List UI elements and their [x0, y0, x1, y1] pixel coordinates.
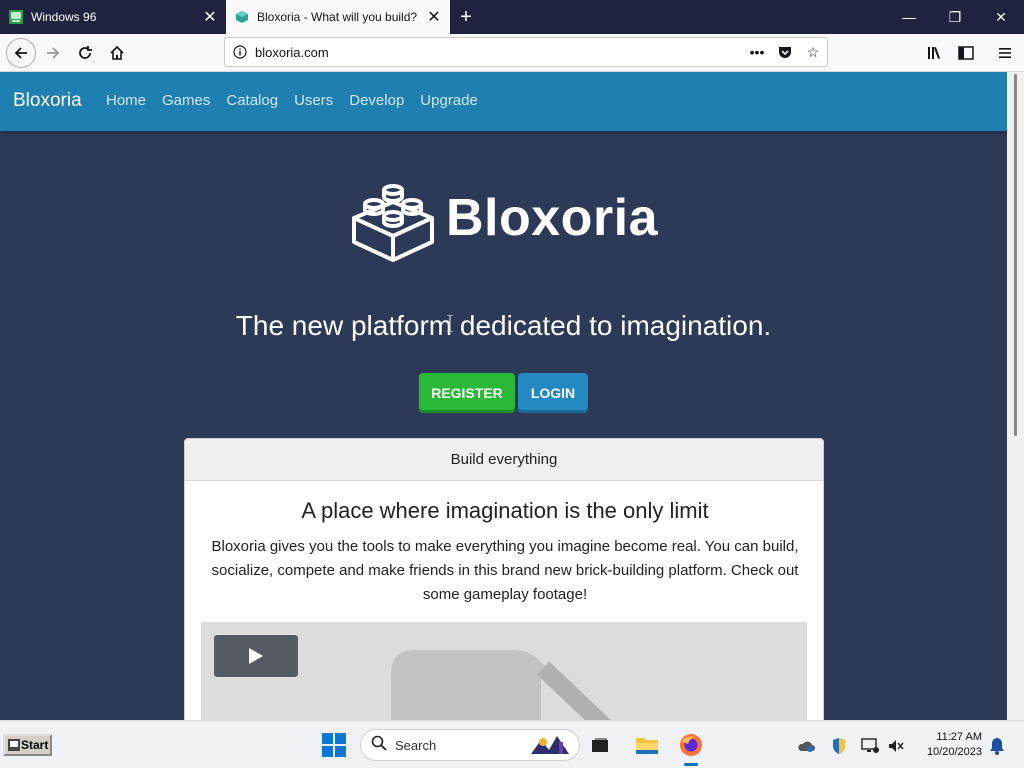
logo-text: Bloxoria: [446, 189, 659, 247]
search-placeholder: Search: [395, 737, 437, 753]
nav-develop[interactable]: Develop: [349, 92, 404, 109]
play-icon: [249, 648, 263, 664]
firefox-icon[interactable]: [679, 733, 703, 757]
start-logo-icon: [8, 739, 20, 751]
restore-icon[interactable]: ❐: [932, 0, 978, 34]
tagline: The new platform dedicated to imaginatio…: [235, 310, 772, 341]
close-tab-icon[interactable]: ✕: [422, 7, 446, 27]
tab-strip: Windows 96 ✕ Bloxoria - What will you bu…: [0, 0, 1024, 34]
tab-windows96[interactable]: Windows 96 ✕: [0, 0, 226, 34]
gameplay-video[interactable]: [201, 622, 807, 720]
forward-arrow-icon[interactable]: [38, 38, 68, 68]
search-highlight-icon: [531, 736, 569, 754]
back-arrow-icon[interactable]: [6, 38, 36, 68]
home-icon[interactable]: [102, 38, 132, 68]
page-actions-icon[interactable]: •••: [743, 44, 771, 60]
clock-time: 11:27 AM: [936, 731, 982, 743]
login-button[interactable]: LOGIN: [518, 373, 588, 413]
security-shield-icon[interactable]: [829, 736, 849, 756]
url-text: bloxoria.com: [255, 44, 329, 60]
active-app-indicator: [684, 763, 698, 766]
card-header: Build everything: [185, 439, 823, 481]
nav-games[interactable]: Games: [162, 92, 210, 109]
close-tab-icon[interactable]: ✕: [198, 7, 222, 27]
clock-date: 10/20/2023: [926, 746, 982, 758]
volume-muted-icon[interactable]: [886, 736, 906, 756]
minimize-icon[interactable]: —: [886, 0, 932, 34]
system-clock[interactable]: 11:27 AM 10/20/2023: [912, 730, 982, 760]
bloxoria-favicon-icon: [234, 9, 250, 25]
site-navbar: Bloxoria Home Games Catalog Users Develo…: [0, 72, 1007, 131]
bookmark-star-icon[interactable]: ☆: [799, 44, 827, 61]
file-explorer-icon[interactable]: [635, 733, 659, 757]
menu-icon[interactable]: [990, 38, 1020, 68]
text-cursor-icon: [447, 315, 453, 332]
reload-icon[interactable]: [70, 38, 100, 68]
taskbar-search[interactable]: Search: [360, 729, 580, 761]
pocket-icon[interactable]: [771, 44, 799, 60]
scrollbar-thumb[interactable]: [1014, 74, 1017, 436]
start-button[interactable]: Start: [3, 734, 52, 756]
nav-catalog[interactable]: Catalog: [226, 92, 278, 109]
brand-link[interactable]: Bloxoria: [13, 90, 82, 112]
card-title: A place where imagination is the only li…: [301, 498, 709, 523]
nav-links: Home Games Catalog Users Develop Upgrade: [106, 92, 494, 109]
window-close-icon[interactable]: ✕: [978, 0, 1024, 34]
play-button[interactable]: [212, 633, 300, 679]
tab-bloxoria[interactable]: Bloxoria - What will you build? ✕: [226, 0, 450, 34]
nav-home[interactable]: Home: [106, 92, 146, 109]
card-text: Bloxoria gives you the tools to make eve…: [211, 538, 799, 603]
info-card: Build everything A place where imaginati…: [184, 438, 824, 720]
address-bar[interactable]: bloxoria.com ••• ☆: [224, 37, 828, 67]
tab-title: Bloxoria - What will you build?: [257, 10, 418, 24]
web-page: Bloxoria Home Games Catalog Users Develo…: [0, 72, 1007, 720]
network-display-icon[interactable]: [860, 736, 880, 756]
bloxoria-logo: Bloxoria: [350, 180, 670, 266]
windows96-favicon-icon: [8, 9, 24, 25]
browser-toolbar: bloxoria.com ••• ☆: [0, 34, 1024, 72]
onedrive-icon[interactable]: [796, 736, 816, 756]
notification-bell-icon[interactable]: [987, 736, 1007, 756]
nav-upgrade[interactable]: Upgrade: [420, 92, 478, 109]
nav-users[interactable]: Users: [294, 92, 333, 109]
library-icon[interactable]: [920, 38, 950, 68]
search-icon: [371, 735, 387, 756]
windows-logo-icon[interactable]: [322, 733, 346, 762]
task-view-icon[interactable]: [588, 733, 612, 757]
taskbar: Start Search 11:27 AM 10/20/2023: [0, 720, 1024, 768]
tab-title: Windows 96: [31, 10, 97, 24]
brick-logo-icon: [352, 184, 434, 262]
new-tab-icon[interactable]: +: [452, 0, 480, 34]
site-info-icon[interactable]: [225, 45, 255, 59]
register-button[interactable]: REGISTER: [419, 373, 515, 413]
start-label: Start: [21, 738, 49, 752]
sidebar-icon[interactable]: [951, 38, 981, 68]
